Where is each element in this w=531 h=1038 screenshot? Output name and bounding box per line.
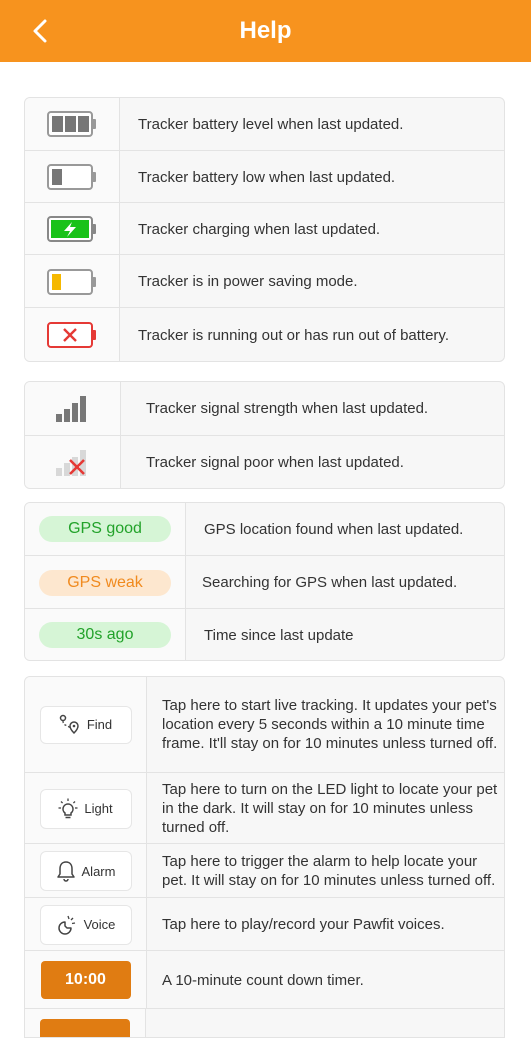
list-item: 10:00 A 10-minute count down timer. — [25, 950, 504, 1009]
voice-icon — [57, 915, 75, 935]
help-text: GPS location found when last updated. — [204, 520, 464, 538]
light-button-label: Light — [84, 801, 113, 816]
back-button[interactable] — [26, 16, 56, 46]
help-text: Time since last update — [204, 626, 354, 644]
chevron-left-icon — [33, 19, 47, 43]
gps-good-badge: GPS good — [39, 516, 171, 542]
voice-button-label: Voice — [83, 917, 116, 932]
button-cell: Voice — [25, 898, 147, 951]
list-item — [25, 1008, 504, 1037]
bell-icon — [56, 861, 75, 882]
button-cell: Find — [25, 677, 147, 772]
signal-strength-icon — [25, 382, 121, 435]
list-item: GPS good GPS location found when last up… — [25, 503, 504, 555]
list-item: Tracker charging when last updated. — [25, 202, 504, 255]
list-item: 30s ago Time since last update — [25, 608, 504, 660]
help-text: Tap here to start live tracking. It upda… — [162, 697, 498, 752]
help-text: Tap here to trigger the alarm to help lo… — [162, 853, 496, 889]
list-item: Tracker signal strength when last update… — [25, 382, 504, 435]
help-text: Tracker signal poor when last updated. — [146, 454, 404, 471]
gps-weak-badge: GPS weak — [39, 569, 171, 596]
button-cell: Light — [25, 773, 147, 844]
signal-poor-icon — [25, 436, 121, 488]
help-text: Tracker is in power saving mode. — [138, 273, 358, 290]
help-text: Tap here to turn on the LED light to loc… — [162, 781, 498, 836]
badge-cell: GPS good — [25, 503, 186, 555]
battery-help-card: Tracker battery level when last updated.… — [24, 97, 505, 362]
help-text: Tracker signal strength when last update… — [146, 400, 429, 417]
alarm-button[interactable]: Alarm — [39, 851, 132, 891]
battery-full-icon — [25, 98, 120, 150]
signal-help-card: Tracker signal strength when last update… — [24, 381, 505, 489]
countdown-timer-button[interactable]: 10:00 — [40, 961, 131, 999]
list-item: Find Tap here to start live tracking. It… — [25, 677, 504, 772]
list-item: Alarm Tap here to trigger the alarm to h… — [25, 843, 504, 898]
list-item: Tracker battery level when last updated. — [25, 98, 504, 150]
alarm-button-label: Alarm — [81, 863, 116, 879]
help-text: Tracker battery level when last updated. — [138, 115, 404, 133]
help-text: Tracker is running out or has run out of… — [138, 326, 449, 344]
find-button-label: Find — [86, 717, 113, 732]
list-item: Voice Tap here to play/record your Pawfi… — [25, 897, 504, 951]
button-cell: 10:00 — [25, 951, 147, 1009]
list-item: Tracker is running out or has run out of… — [25, 307, 504, 361]
partial-action-button[interactable] — [40, 1019, 130, 1037]
help-text: A 10-minute count down timer. — [162, 971, 364, 989]
actions-help-card: Find Tap here to start live tracking. It… — [24, 676, 505, 1038]
list-item: Tracker battery low when last updated. — [25, 150, 504, 203]
badge-cell: 30s ago — [25, 609, 186, 660]
battery-low-icon — [25, 151, 120, 203]
list-item: Tracker signal poor when last updated. — [25, 435, 504, 488]
list-item: Light Tap here to turn on the LED light … — [25, 772, 504, 844]
help-text: Tracker charging when last updated. — [138, 220, 381, 238]
find-route-icon — [59, 714, 79, 734]
help-text: Tracker battery low when last updated. — [138, 168, 396, 186]
page-title: Help — [239, 17, 292, 44]
battery-power-saving-icon — [25, 255, 120, 308]
badge-cell: GPS weak — [25, 556, 186, 609]
battery-charging-icon — [25, 203, 120, 255]
gps-help-card: GPS good GPS location found when last up… — [24, 502, 505, 661]
list-item: Tracker is in power saving mode. — [25, 254, 504, 308]
find-button[interactable]: Find — [39, 705, 132, 744]
light-button[interactable]: Light — [39, 788, 132, 829]
battery-empty-icon — [25, 308, 120, 361]
help-text: Searching for GPS when last updated. — [202, 574, 458, 591]
button-cell: Alarm — [25, 844, 147, 898]
help-text: Tap here to play/record your Pawfit voic… — [162, 916, 445, 933]
light-bulb-icon — [58, 798, 78, 818]
voice-button[interactable]: Voice — [39, 904, 132, 945]
list-item: GPS weak Searching for GPS when last upd… — [25, 555, 504, 609]
top-bar: Help — [0, 0, 531, 62]
time-since-update-badge: 30s ago — [39, 622, 171, 648]
